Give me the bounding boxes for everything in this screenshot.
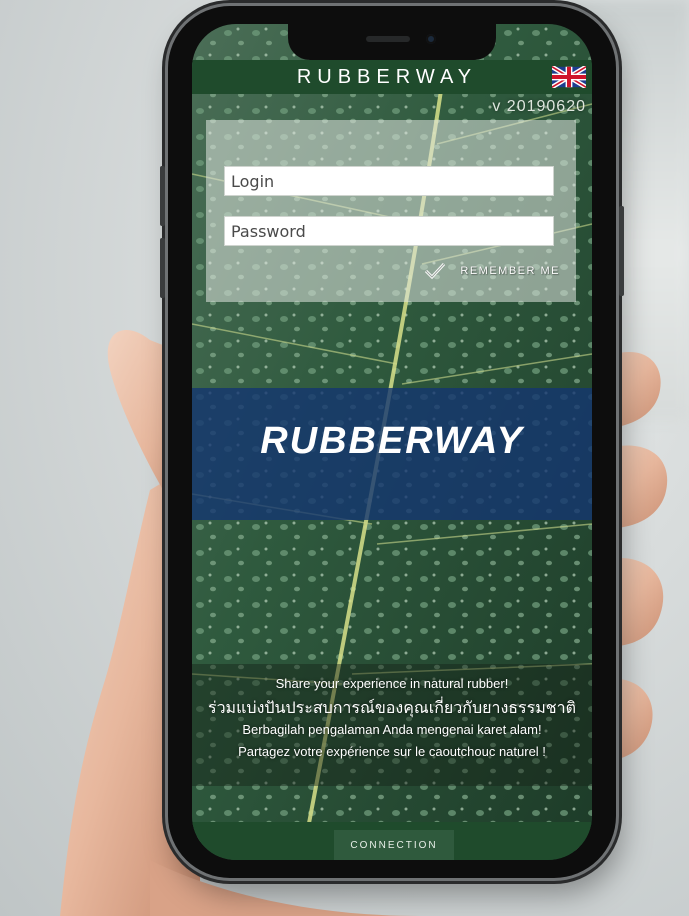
uk-flag-icon[interactable]	[552, 66, 586, 88]
tagline-french: Partagez votre expérience sur le caoutch…	[238, 744, 546, 759]
login-panel: REMEMBER ME	[206, 120, 576, 302]
login-field[interactable]	[224, 166, 554, 196]
checkmark-icon[interactable]	[424, 262, 446, 280]
app-header: RUBBERWAY	[192, 60, 592, 94]
remember-me-toggle[interactable]: REMEMBER ME	[424, 262, 560, 280]
phone-screen: RUBBERWAY v 20190620 REM	[192, 24, 592, 860]
phone-device: RUBBERWAY v 20190620 REM	[160, 6, 624, 878]
phone-notch	[288, 24, 496, 60]
app-title: RUBBERWAY	[296, 65, 478, 88]
password-field[interactable]	[224, 216, 554, 246]
phone-side-button	[160, 166, 165, 226]
version-label: v 20190620	[492, 98, 586, 115]
tagline-indonesian: Berbagilah pengalaman Anda mengenai kare…	[242, 722, 542, 737]
remember-me-label: REMEMBER ME	[460, 265, 560, 277]
connection-button[interactable]: CONNECTION	[334, 830, 454, 860]
front-camera	[426, 34, 436, 44]
brand-logo: RUBBERWAY	[260, 420, 524, 462]
speaker-grille	[366, 36, 410, 42]
tagline-thai: ร่วมแบ่งปันประสบการณ์ของคุณเกี่ยวกับยางธ…	[207, 700, 577, 717]
phone-side-button	[160, 238, 165, 298]
login-input[interactable]	[225, 167, 553, 195]
phone-power-button	[619, 206, 624, 296]
password-input[interactable]	[225, 217, 553, 245]
tagline-english: Share your experience in natural rubber!	[275, 676, 509, 691]
